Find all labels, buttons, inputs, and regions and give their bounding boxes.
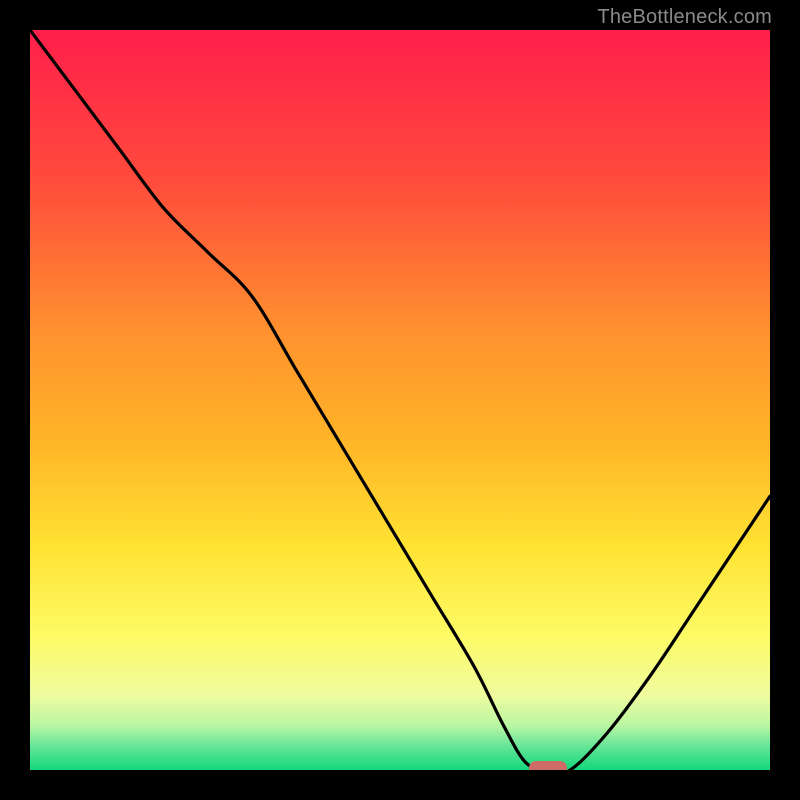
optimum-marker — [529, 761, 567, 770]
watermark-text: TheBottleneck.com — [597, 6, 772, 29]
bottleneck-curve — [30, 30, 770, 770]
chart-frame: TheBottleneck.com — [0, 0, 800, 800]
plot-area — [30, 30, 770, 770]
